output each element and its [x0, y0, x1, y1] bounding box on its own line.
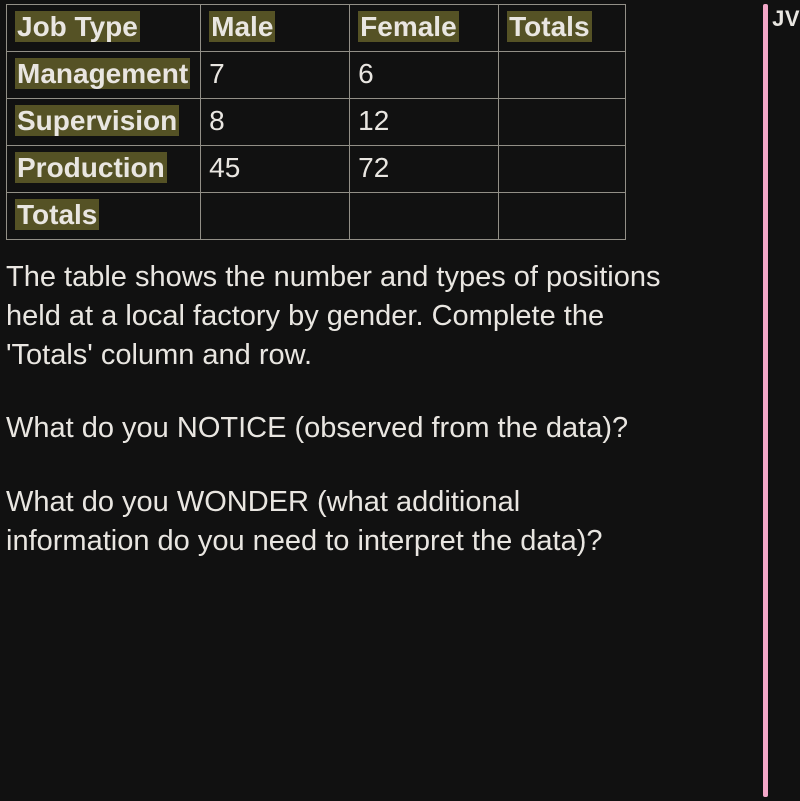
table-row: Supervision 8 12: [7, 99, 626, 146]
row-label-supervision: Supervision: [7, 99, 201, 146]
cell-female: 6: [350, 52, 499, 99]
table-footer-row: Totals: [7, 193, 626, 240]
cell-female: 72: [350, 146, 499, 193]
row-label-text: Management: [15, 58, 190, 89]
cell-male: 7: [201, 52, 350, 99]
cell-female: 12: [350, 99, 499, 146]
table-row: Management 7 6: [7, 52, 626, 99]
corner-label: JV: [772, 6, 800, 32]
table-header-row: Job Type Male Female Totals: [7, 5, 626, 52]
intro-paragraph: The table shows the number and types of …: [6, 258, 666, 375]
footer-label-text: Totals: [15, 199, 99, 230]
job-positions-table: Job Type Male Female Totals Management 7…: [6, 4, 626, 240]
header-male: Male: [201, 5, 350, 52]
header-totals: Totals: [499, 5, 626, 52]
header-job-type: Job Type: [7, 5, 201, 52]
header-job-type-label: Job Type: [15, 11, 140, 42]
notice-prompt: What do you NOTICE (observed from the da…: [6, 409, 666, 448]
footer-male: [201, 193, 350, 240]
row-label-management: Management: [7, 52, 201, 99]
cell-totals: [499, 146, 626, 193]
header-female-label: Female: [358, 11, 459, 42]
header-male-label: Male: [209, 11, 275, 42]
cell-male: 45: [201, 146, 350, 193]
slide-content: Job Type Male Female Totals Management 7…: [0, 0, 770, 561]
row-label-text: Production: [15, 152, 167, 183]
vertical-divider: [763, 4, 768, 797]
footer-female: [350, 193, 499, 240]
cell-totals: [499, 99, 626, 146]
row-label-production: Production: [7, 146, 201, 193]
header-female: Female: [350, 5, 499, 52]
wonder-prompt: What do you WONDER (what additional info…: [6, 483, 666, 561]
table-row: Production 45 72: [7, 146, 626, 193]
header-totals-label: Totals: [507, 11, 591, 42]
footer-totals: [499, 193, 626, 240]
cell-totals: [499, 52, 626, 99]
row-label-text: Supervision: [15, 105, 179, 136]
footer-label-totals: Totals: [7, 193, 201, 240]
cell-male: 8: [201, 99, 350, 146]
